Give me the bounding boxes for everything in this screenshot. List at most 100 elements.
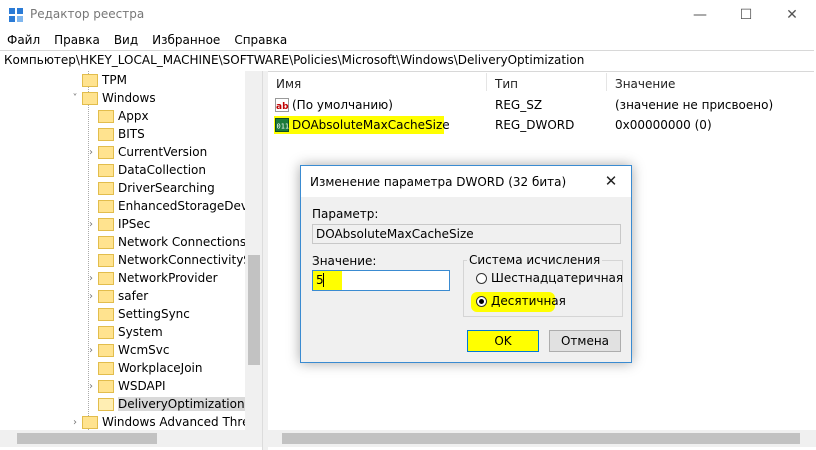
expand-chevron-icon[interactable]: › — [86, 381, 96, 392]
folder-icon — [98, 163, 114, 177]
tree-item[interactable]: › safer — [86, 287, 148, 305]
expand-chevron-icon[interactable]: › — [86, 273, 96, 284]
value-name[interactable]: (По умолчанию) — [292, 98, 393, 112]
value-data: (значение не присвоено) — [615, 98, 774, 112]
folder-icon — [98, 253, 114, 267]
tree-item[interactable]: DeliveryOptimization — [86, 395, 248, 413]
menu-view[interactable]: Вид — [107, 30, 145, 50]
folder-icon — [98, 181, 114, 195]
tree-vertical-scrollbar[interactable] — [245, 71, 262, 430]
svg-text:ab: ab — [276, 102, 289, 112]
tree-item[interactable]: › CurrentVersion — [86, 143, 207, 161]
tree-item[interactable]: SettingSync — [86, 305, 190, 323]
expand-chevron-icon[interactable]: › — [70, 417, 80, 428]
folder-icon — [98, 109, 114, 123]
folder-icon — [98, 235, 114, 249]
tree-item-label: TPM — [102, 73, 127, 87]
tree-item[interactable]: › WSDAPI — [86, 377, 166, 395]
ok-button[interactable]: OK — [467, 330, 539, 352]
menu-bar: Файл Правка Вид Избранное Справка — [0, 30, 816, 50]
tree-item-label: NetworkProvider — [118, 271, 218, 285]
dialog-close-button[interactable]: ✕ — [601, 172, 621, 190]
tree-pane: TPM ˅ Windows Appx BITS › CurrentVersion DataCo… — [0, 71, 262, 430]
value-type: REG_SZ — [495, 98, 543, 112]
tree-item-label: IPSec — [118, 217, 151, 231]
tree-item-label: Network Connections — [118, 235, 247, 249]
tree-item[interactable]: › NetworkProvider — [86, 269, 218, 287]
menu-help[interactable]: Справка — [227, 30, 294, 50]
tree-item-label: BITS — [118, 127, 145, 141]
tree-item-label: WcmSvc — [118, 343, 170, 357]
close-button[interactable]: ✕ — [769, 0, 815, 30]
tree-scroll-thumb[interactable] — [248, 255, 260, 365]
value-name[interactable]: DOAbsoluteMaxCacheSize — [292, 118, 450, 132]
menu-file[interactable]: Файл — [0, 30, 47, 50]
tree-item-label: CurrentVersion — [118, 145, 208, 159]
dialog-title: Изменение параметра DWORD (32 бита) — [310, 175, 567, 189]
tree-item[interactable]: Appx — [86, 107, 149, 125]
tree-item[interactable]: › Windows Advanced Threat Protection — [70, 413, 262, 430]
folder-icon — [82, 415, 98, 429]
expand-chevron-icon[interactable]: › — [86, 345, 96, 356]
folder-icon — [98, 199, 114, 213]
address-path: Компьютер\HKEY_LOCAL_MACHINE\SOFTWARE\Po… — [4, 53, 585, 67]
param-label: Параметр: — [312, 207, 379, 221]
cancel-button[interactable]: Отмена — [549, 330, 621, 352]
column-header-name[interactable]: Имя — [276, 77, 301, 91]
address-bar[interactable]: Компьютер\HKEY_LOCAL_MACHINE\SOFTWARE\Po… — [0, 50, 814, 72]
radio-decimal[interactable] — [476, 296, 487, 307]
expand-chevron-icon[interactable]: › — [86, 147, 96, 158]
menu-edit[interactable]: Правка — [47, 30, 107, 50]
tree-item[interactable]: NetworkConnectivityStatusIndicator — [86, 251, 262, 269]
tree-item[interactable]: EnhancedStorageDevices — [86, 197, 262, 215]
value-type: REG_DWORD — [495, 118, 575, 132]
expand-chevron-icon[interactable]: › — [86, 291, 96, 302]
tree-item-label: Windows Advanced Threat Protection — [102, 415, 262, 429]
tree-hscroll-thumb[interactable] — [17, 433, 157, 444]
tree-item[interactable]: ˅ Windows — [70, 89, 156, 107]
menu-favorites[interactable]: Избранное — [145, 30, 227, 50]
tree-item-label: NetworkConnectivityStatusIndicator — [118, 253, 262, 267]
maximize-button[interactable]: ☐ — [723, 0, 769, 30]
expand-chevron-icon[interactable]: ˅ — [70, 93, 80, 104]
value-data: 0x00000000 (0) — [615, 118, 712, 132]
svg-text:011: 011 — [277, 123, 290, 131]
folder-icon — [98, 307, 114, 321]
dword-value-icon: 011 — [275, 118, 289, 132]
value-label: Значение: — [312, 254, 377, 268]
column-separator[interactable] — [486, 73, 487, 91]
folder-icon — [98, 127, 114, 141]
tree-item[interactable]: DriverSearching — [86, 179, 215, 197]
column-separator[interactable] — [606, 73, 607, 91]
tree-item[interactable]: System — [86, 323, 163, 341]
folder-icon — [98, 325, 114, 339]
tree-item-label: WorkplaceJoin — [118, 361, 203, 375]
tree-item-label: WSDAPI — [118, 379, 166, 393]
tree-item[interactable]: WorkplaceJoin — [86, 359, 203, 377]
folder-icon — [98, 397, 114, 411]
tree-item[interactable]: TPM — [70, 71, 127, 89]
string-value-icon: ab — [275, 98, 289, 112]
tree-item[interactable]: BITS — [86, 125, 145, 143]
tree-item[interactable]: DataCollection — [86, 161, 206, 179]
tree-item[interactable]: › IPSec — [86, 215, 150, 233]
list-hscroll-thumb[interactable] — [282, 433, 800, 444]
tree-item-label: EnhancedStorageDevices — [118, 199, 262, 213]
registry-app-icon — [9, 8, 23, 22]
tree-item[interactable]: › WcmSvc — [86, 341, 169, 359]
tree-item[interactable]: Network Connections — [86, 233, 246, 251]
radio-decimal-label[interactable]: Десятичная — [491, 294, 566, 308]
folder-icon — [98, 271, 114, 285]
tree-item-label: DeliveryOptimization — [118, 397, 248, 411]
radio-hex-label[interactable]: Шестнадцатеричная — [491, 271, 623, 285]
minimize-button[interactable]: — — [677, 0, 723, 30]
radio-hex[interactable] — [476, 273, 487, 284]
column-header-type[interactable]: Тип — [495, 77, 518, 91]
column-header-value[interactable]: Значение — [615, 77, 675, 91]
folder-icon — [98, 343, 114, 357]
folder-icon — [98, 361, 114, 375]
expand-chevron-icon[interactable]: › — [86, 219, 96, 230]
edit-dword-dialog: Изменение параметра DWORD (32 бита) ✕ Па… — [300, 165, 632, 363]
folder-icon — [98, 145, 114, 159]
tree-item-label: DataCollection — [118, 163, 207, 177]
